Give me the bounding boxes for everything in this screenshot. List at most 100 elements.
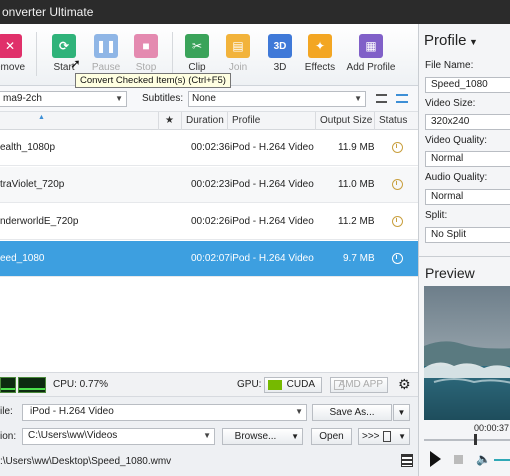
preview-title: Preview <box>425 265 475 281</box>
window-title: onverter Ultimate <box>2 5 94 19</box>
profile: iPod - H.264 Video <box>230 253 314 264</box>
destination-label: ion: <box>0 431 17 442</box>
join-button[interactable]: ▤ Join <box>214 34 262 73</box>
toolbar-separator <box>36 32 37 76</box>
open-button[interactable]: Open <box>311 428 352 445</box>
output-size: 11.2 MB <box>338 216 375 227</box>
chevron-down-icon: ▼ <box>295 407 303 416</box>
table-row-selected[interactable]: eed_1080 00:02:07 iPod - H.264 Video 9.7… <box>0 241 418 277</box>
output-size: 9.7 MB <box>343 253 375 264</box>
remove-icon: ✕ <box>0 34 22 58</box>
column-output-size[interactable]: Output Size <box>315 112 374 130</box>
add-profile-button[interactable]: ▦ Add Profile <box>343 34 399 73</box>
magic-wand-icon: ✦ <box>308 34 332 58</box>
right-panel: Profile ▼ File Name: Speed_1080 Video Si… <box>418 24 510 476</box>
chevron-down-icon: ▼ <box>203 431 211 440</box>
browse-button[interactable]: Browse... ▼ <box>222 428 303 445</box>
cpu-graph <box>0 377 16 393</box>
join-icon: ▤ <box>226 34 250 58</box>
tooltip: Convert Checked Item(s) (Ctrl+F5) <box>75 73 231 88</box>
video-quality-label: Video Quality: <box>425 135 488 146</box>
divider <box>419 256 510 257</box>
convert-icon: ⟳ <box>52 34 76 58</box>
stop-button[interactable]: ■ Stop <box>122 34 170 73</box>
merge-button[interactable]: >>> ▼ <box>358 428 410 445</box>
video-quality-select[interactable]: Normal <box>425 151 510 167</box>
amd-icon <box>334 380 344 390</box>
split-label: Split: <box>425 210 448 221</box>
output-settings: ile: iPod - H.264 Video ▼ Save As... ▼ i… <box>0 396 418 476</box>
preview-image <box>424 286 510 420</box>
amd-app-button[interactable]: AMD APP <box>330 377 388 393</box>
effects-button[interactable]: ✦ Effects <box>296 34 344 73</box>
chevron-down-icon: ▼ <box>115 94 123 103</box>
file-name-input[interactable]: Speed_1080 <box>425 77 510 93</box>
chevron-down-icon: ▼ <box>466 37 478 47</box>
split-select[interactable]: No Split <box>425 227 510 243</box>
destination-select[interactable]: C:\Users\ww\Videos ▼ <box>22 428 215 445</box>
column-status[interactable]: Status <box>374 112 418 130</box>
clock-icon <box>392 179 403 190</box>
file-name: nderworldE_720p <box>0 216 79 227</box>
cuda-button[interactable]: CUDA <box>264 377 322 393</box>
chevron-down-icon: ▼ <box>354 94 362 103</box>
video-size-select[interactable]: 320x240 <box>425 114 510 130</box>
audio-track-select[interactable]: ma9-2ch ▼ <box>0 91 127 107</box>
video-size-label: Video Size: <box>425 98 476 109</box>
profile-select[interactable]: iPod - H.264 Video ▼ <box>22 404 307 421</box>
audio-quality-select[interactable]: Normal <box>425 189 510 205</box>
profile: iPod - H.264 Video <box>230 142 314 153</box>
clock-icon <box>392 216 403 227</box>
column-profile[interactable]: Profile <box>227 112 315 130</box>
audio-quality-label: Audio Quality: <box>425 172 488 183</box>
detail-view-icon[interactable] <box>396 94 408 103</box>
remove-button[interactable]: ✕ emove <box>0 34 34 73</box>
profile: iPod - H.264 Video <box>230 179 314 190</box>
profile-panel-title[interactable]: Profile ▼ <box>424 32 478 49</box>
play-icon[interactable] <box>430 451 441 467</box>
clock-icon <box>392 142 403 153</box>
cpu-graph <box>18 377 46 393</box>
title-bar: onverter Ultimate <box>0 0 510 24</box>
profile: iPod - H.264 Video <box>230 216 314 227</box>
table-header: ▲ ★ Duration Profile Output Size Status <box>0 112 418 130</box>
duration: 00:02:23 <box>191 179 230 190</box>
output-size: 11.9 MB <box>338 142 375 153</box>
seek-bar[interactable] <box>424 439 510 441</box>
log-icon[interactable] <box>401 454 413 467</box>
file-name: ealth_1080p <box>0 142 56 153</box>
table-row[interactable]: nderworldE_720p 00:02:26 iPod - H.264 Vi… <box>0 204 418 240</box>
column-duration[interactable]: Duration <box>181 112 227 130</box>
seek-handle[interactable] <box>474 434 477 445</box>
table-row[interactable]: ealth_1080p 00:02:36 iPod - H.264 Video … <box>0 130 418 166</box>
clock-icon <box>392 253 403 264</box>
file-name: eed_1080 <box>0 253 45 264</box>
save-as-dropdown[interactable]: ▼ <box>393 404 410 421</box>
duration: 00:02:07 <box>191 253 230 264</box>
file-name-label: File Name: <box>425 60 474 71</box>
stop-playback-icon[interactable] <box>454 455 463 464</box>
pause-icon: ❚❚ <box>94 34 118 58</box>
save-as-button[interactable]: Save As... <box>312 404 392 421</box>
duration: 00:02:36 <box>191 142 230 153</box>
subtitles-select[interactable]: None ▼ <box>188 91 366 107</box>
column-star[interactable]: ★ <box>158 112 180 130</box>
gear-icon[interactable]: ⚙ <box>398 377 411 391</box>
nvidia-icon <box>268 380 282 390</box>
duration: 00:02:26 <box>191 216 230 227</box>
volume-icon[interactable]: 🔈 <box>476 452 491 466</box>
chevron-down-icon: ▼ <box>398 432 406 441</box>
scissors-icon: ✂ <box>185 34 209 58</box>
output-path: :\Users\ww\Desktop\Speed_1080.wmv <box>0 456 172 467</box>
resource-bar: CPU: 0.77% GPU: CUDA AMD APP ⚙ <box>0 372 418 396</box>
preview-scene <box>424 286 510 420</box>
list-view-icon[interactable] <box>376 94 387 103</box>
add-profile-icon: ▦ <box>359 34 383 58</box>
volume-slider[interactable] <box>494 459 510 461</box>
playback-time: 00:00:37 <box>474 423 510 433</box>
table-row[interactable]: traViolet_720p 00:02:23 iPod - H.264 Vid… <box>0 167 418 203</box>
mouse-cursor-icon: ➚ <box>70 56 81 71</box>
profile-label: ile: <box>0 406 13 417</box>
cpu-usage: CPU: 0.77% <box>53 379 109 390</box>
3d-icon: 3D <box>268 34 292 58</box>
